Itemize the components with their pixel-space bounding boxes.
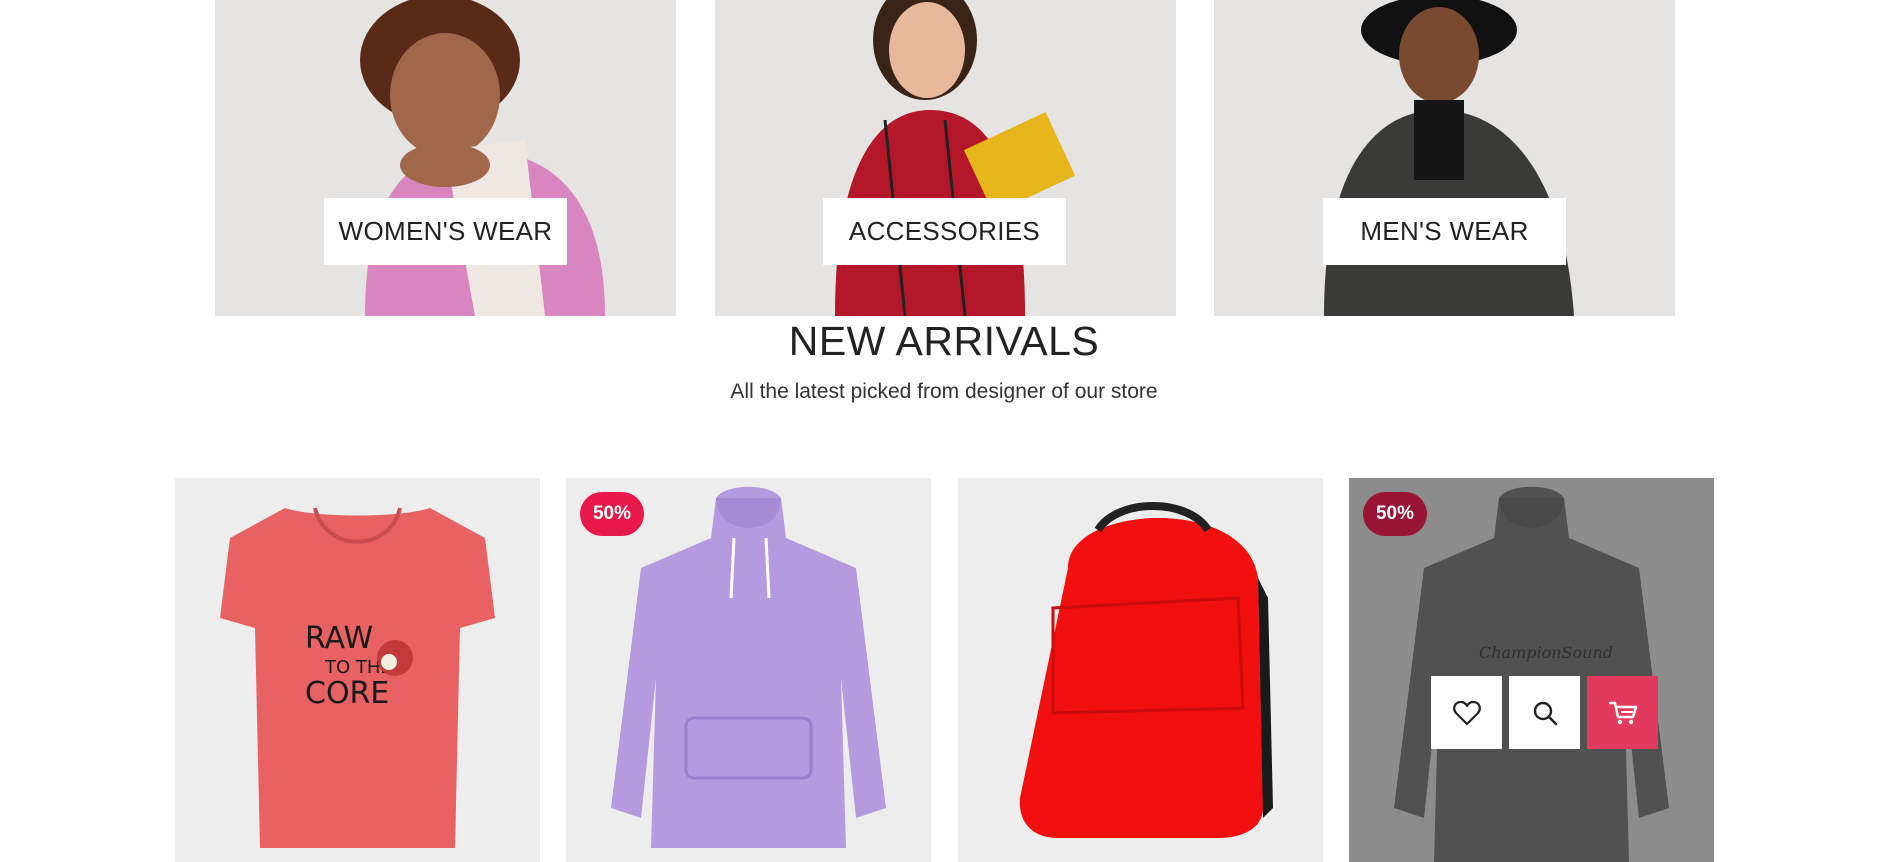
product-card-grey-hoodie[interactable]: ChampionSound 50% <box>1349 478 1714 862</box>
discount-badge: 50% <box>1363 492 1427 536</box>
mens-wear-model-image <box>1324 0 1574 316</box>
womens-wear-model-image <box>360 0 605 316</box>
category-accessories[interactable]: ACCESSORIES <box>715 0 1176 316</box>
accessories-label[interactable]: ACCESSORIES <box>823 198 1066 265</box>
product-card-coral-tshirt[interactable]: RAW TO THE CORE <box>175 478 540 862</box>
coral-tshirt-image: RAW TO THE CORE <box>220 507 495 848</box>
product-card-lavender-hoodie[interactable]: 50% <box>566 478 931 862</box>
wishlist-button[interactable] <box>1431 676 1502 749</box>
heart-icon <box>1452 700 1481 725</box>
product-card-red-backpack[interactable] <box>958 478 1323 862</box>
red-backpack-image <box>1019 502 1273 838</box>
add-to-cart-button[interactable] <box>1587 676 1658 749</box>
cart-icon <box>1608 701 1637 724</box>
category-womens-wear[interactable]: WOMEN'S WEAR <box>215 0 676 316</box>
product-actions <box>1431 676 1658 749</box>
quick-view-button[interactable] <box>1509 676 1580 749</box>
svg-text:CORE: CORE <box>305 676 389 711</box>
new-arrivals-subtitle: All the latest picked from designer of o… <box>730 380 1158 403</box>
womens-wear-label[interactable]: WOMEN'S WEAR <box>324 198 567 265</box>
svg-text:RAW: RAW <box>305 621 373 656</box>
discount-badge: 50% <box>580 492 644 536</box>
mens-wear-label[interactable]: MEN'S WEAR <box>1323 198 1566 265</box>
search-icon <box>1533 701 1557 725</box>
new-arrivals-title: NEW ARRIVALS <box>788 318 1100 364</box>
category-mens-wear[interactable]: MEN'S WEAR <box>1214 0 1675 316</box>
accessories-model-image <box>835 0 1076 316</box>
